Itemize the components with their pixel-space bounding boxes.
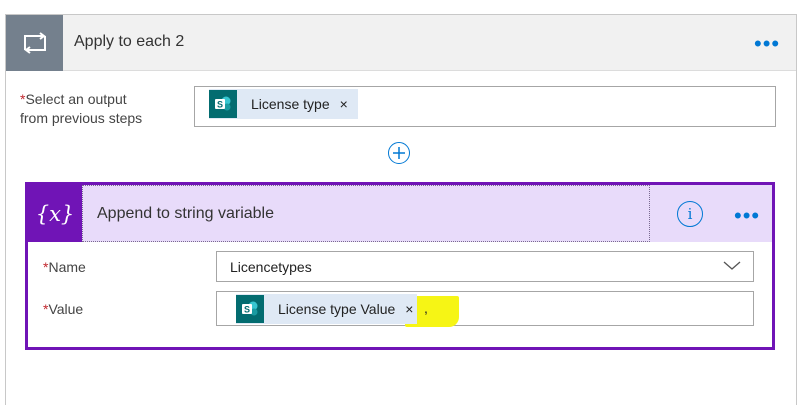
name-field-label: *Name — [43, 258, 86, 277]
license-type-value-token[interactable]: S License type Value × — [236, 294, 418, 324]
info-icon[interactable]: i — [677, 201, 703, 227]
token-label: License type Value — [278, 301, 396, 317]
sharepoint-icon: S — [209, 90, 237, 118]
action-title[interactable]: Append to string variable — [97, 205, 274, 223]
chevron-down-icon[interactable] — [723, 258, 741, 277]
output-label-line2: from previous steps — [20, 110, 143, 126]
output-field-label: *Select an output from previous steps — [20, 90, 142, 128]
token-remove-button[interactable]: × — [405, 301, 413, 317]
action-title-box[interactable]: Append to string variable — [82, 185, 650, 242]
curly-x-variable-icon: {x} — [28, 185, 82, 242]
output-label-line1: Select an output — [25, 91, 127, 107]
apply-to-each-title[interactable]: Apply to each 2 — [74, 33, 184, 51]
token-remove-button[interactable]: × — [340, 96, 348, 112]
svg-text:{x}: {x} — [36, 202, 75, 226]
info-icon-glyph: i — [687, 205, 693, 223]
license-type-token[interactable]: S License type × — [209, 89, 358, 119]
value-field-label: *Value — [43, 300, 83, 319]
action-more-button[interactable]: ••• — [734, 205, 760, 227]
name-dropdown-value: Licencetypes — [230, 259, 312, 275]
apply-to-each-header[interactable]: Apply to each 2 ••• — [6, 15, 796, 71]
loop-arrows-icon — [6, 15, 63, 71]
apply-to-each-more-button[interactable]: ••• — [754, 33, 780, 55]
svg-text:S: S — [217, 99, 223, 109]
svg-text:S: S — [244, 304, 250, 314]
name-label: Name — [48, 259, 86, 275]
typed-comma: , — [424, 300, 428, 316]
action-header[interactable]: {x} Append to string variable i ••• — [28, 185, 772, 242]
name-dropdown[interactable]: Licencetypes — [216, 251, 754, 282]
token-label: License type — [251, 96, 330, 112]
sharepoint-icon: S — [236, 295, 264, 323]
value-label: Value — [48, 301, 84, 317]
plus-circle-icon[interactable] — [388, 142, 410, 164]
